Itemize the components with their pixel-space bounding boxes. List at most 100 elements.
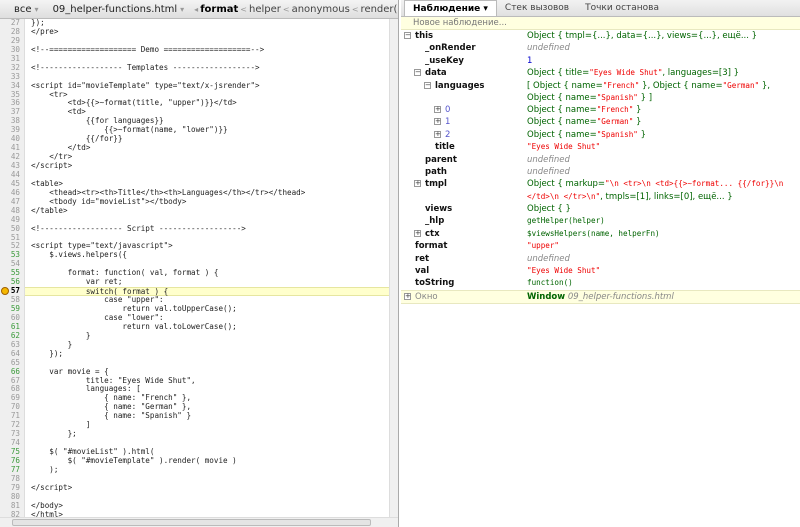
- expand-icon[interactable]: +: [434, 130, 441, 138]
- watch-label-cell: views: [401, 203, 527, 215]
- watch-row[interactable]: + ctx $viewsHelpers(name, helperFn): [401, 228, 800, 240]
- watch-value-part: function(): [527, 278, 573, 288]
- watch-row[interactable]: toString function(): [401, 277, 800, 289]
- watch-value: Object { }: [527, 203, 800, 215]
- watch-label: val: [415, 265, 430, 276]
- watch-value-part: undefined: [527, 154, 570, 165]
- code-line[interactable]: 43 </script>: [0, 161, 389, 171]
- watch-label-cell: +0: [401, 104, 527, 116]
- code-text: }: [31, 330, 91, 340]
- code-line[interactable]: 32 <!------------------ Templates -------…: [0, 63, 389, 73]
- expand-icon[interactable]: +: [414, 180, 421, 188]
- watch-row[interactable]: _onRender undefined: [401, 42, 800, 54]
- watch-label: _useKey: [425, 55, 464, 66]
- watch-row[interactable]: path undefined: [401, 166, 800, 178]
- watch-row[interactable]: +2 Object { name="Spanish" }: [401, 129, 800, 141]
- watch-row[interactable]: format "upper": [401, 240, 800, 252]
- watch-value: 1: [527, 55, 800, 67]
- watch-value-part: Object { markup=: [527, 179, 606, 190]
- watch-value-part: undefined: [527, 253, 570, 264]
- watch-row[interactable]: + tmpl Object { markup="\n <tr>\n <td>{{>~…: [401, 178, 800, 202]
- collapse-icon[interactable]: −: [414, 69, 421, 77]
- watch-label: format: [415, 241, 448, 252]
- watch-row[interactable]: parent undefined: [401, 154, 800, 166]
- expand-icon[interactable]: +: [414, 229, 421, 237]
- code-text: <!------------------ Script ------------…: [31, 223, 246, 233]
- code-line[interactable]: 53 $.views.helpers({: [0, 250, 389, 261]
- code-line[interactable]: 73 };: [0, 429, 389, 440]
- watch-row[interactable]: ret undefined: [401, 253, 800, 265]
- expand-icon[interactable]: +: [404, 292, 411, 300]
- code-line[interactable]: 79 </script>: [0, 483, 389, 493]
- code-line[interactable]: 56 var ret;: [0, 277, 389, 288]
- watch-value-part: tmpl={...}, data={...}, views={...}, ещё…: [565, 31, 758, 41]
- code-text: </script>: [31, 161, 73, 170]
- code-line[interactable]: 28 </pre>: [0, 27, 389, 37]
- watch-row-window[interactable]: + Окно Window 09_helper-functions.html: [401, 289, 800, 305]
- watch-value: undefined: [527, 253, 800, 265]
- breadcrumb-format[interactable]: format: [198, 4, 240, 15]
- watch-value-part: undefined: [527, 167, 570, 178]
- watch-value-part: "Eyes Wide Shut": [527, 265, 601, 275]
- script-filter-dropdown[interactable]: все ▾: [10, 4, 43, 15]
- code-line[interactable]: 76 $( "#movieTemplate" ).render( movie ): [0, 456, 389, 466]
- watch-label-cell: val: [401, 265, 527, 277]
- source-code-view[interactable]: 27}); 28 </pre> 29 30 <!--===================…: [0, 19, 389, 517]
- watch-row[interactable]: − data Object { title="Eyes Wide Shut", la…: [401, 67, 800, 79]
- watch-value-part: }: [637, 129, 647, 140]
- expand-icon[interactable]: +: [434, 118, 441, 126]
- watch-row[interactable]: val "Eyes Wide Shut": [401, 265, 800, 277]
- new-watch-input[interactable]: Новое наблюдение...: [401, 17, 800, 30]
- watch-row[interactable]: − languages[ Object { name="French" }, Ob…: [401, 80, 800, 104]
- side-panel: Наблюдение ▾ Стек вызовов Точки останова…: [401, 0, 800, 527]
- watch-row[interactable]: +1 Object { name="German" }: [401, 116, 800, 128]
- watch-value-part: "French": [602, 80, 640, 90]
- watch-value: "Eyes Wide Shut": [527, 141, 800, 153]
- tab-breakpoints[interactable]: Точки останова: [577, 0, 667, 16]
- vertical-scrollbar[interactable]: [389, 19, 398, 517]
- watch-label: path: [425, 167, 447, 178]
- code-line[interactable]: 30 <!--=================== Demo =========…: [0, 45, 389, 55]
- watch-label: 2: [445, 129, 451, 140]
- code-text: }: [31, 339, 73, 349]
- watch-value-part: }: [633, 105, 642, 116]
- code-line[interactable]: 64 });: [0, 349, 389, 359]
- collapse-icon[interactable]: −: [404, 32, 411, 39]
- watch-row[interactable]: +0 Object { name="French" }: [401, 104, 800, 116]
- breadcrumb-helper[interactable]: helper: [247, 4, 283, 15]
- watch-value-part: Object { name=: [527, 105, 597, 116]
- watch-value-part: 1: [527, 55, 533, 66]
- breadcrumb-render[interactable]: render(: [359, 4, 398, 15]
- watch-value: Object { tmpl={...}, data={...}, views={…: [527, 30, 800, 42]
- expand-icon[interactable]: +: [434, 106, 441, 114]
- tab-call-stack[interactable]: Стек вызовов: [497, 0, 577, 16]
- watch-label-cell: title: [401, 141, 527, 153]
- tab-watch[interactable]: Наблюдение ▾: [404, 0, 497, 16]
- code-line[interactable]: 77 );: [0, 465, 389, 475]
- code-line[interactable]: 27});: [0, 19, 389, 28]
- watch-value-part: Object { title=: [527, 68, 590, 79]
- watch-label-cell: − this: [401, 30, 527, 42]
- watch-row[interactable]: _useKey 1: [401, 55, 800, 67]
- watch-label: 0: [445, 105, 451, 116]
- watch-value-part: "Eyes Wide Shut": [589, 68, 663, 78]
- watch-row[interactable]: _hlp getHelper(helper): [401, 215, 800, 227]
- horizontal-scrollbar[interactable]: [0, 517, 398, 527]
- breadcrumb-anonymous[interactable]: anonymous: [290, 4, 352, 15]
- watch-label-cell: _onRender: [401, 42, 527, 54]
- breadcrumb-separator: <: [240, 4, 247, 14]
- code-line[interactable]: 50 <!------------------ Script ----------…: [0, 223, 389, 234]
- watch-value-part: }: [633, 117, 642, 128]
- scrollbar-thumb[interactable]: [12, 519, 371, 526]
- watch-value-part: getHelper(helper): [527, 216, 605, 226]
- watch-row[interactable]: views Object { }: [401, 203, 800, 215]
- file-dropdown[interactable]: 09_helper-functions.html ▾: [49, 4, 189, 15]
- code-text: $.views.helpers({: [31, 250, 128, 260]
- code-line[interactable]: 48 </table>: [0, 206, 389, 216]
- watch-row[interactable]: title "Eyes Wide Shut": [401, 141, 800, 153]
- collapse-icon[interactable]: −: [424, 81, 431, 89]
- watch-label-cell: ret: [401, 253, 527, 265]
- watch-row[interactable]: − this Object { tmpl={...}, data={...}, vi…: [401, 30, 800, 42]
